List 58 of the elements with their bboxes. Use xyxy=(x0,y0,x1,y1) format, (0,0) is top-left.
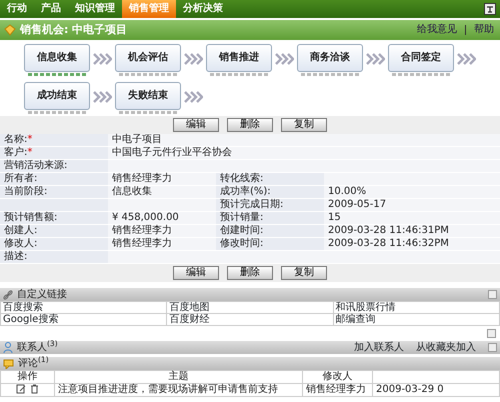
field-label: 当前阶段: xyxy=(4,186,48,197)
column-header: 修改人 xyxy=(302,370,372,384)
section-title: 评论$^{(1)}$ xyxy=(18,357,50,370)
stage-box[interactable]: 销售推进 xyxy=(206,44,272,72)
action-button[interactable]: 删除 xyxy=(227,118,273,132)
header-link[interactable]: 帮助 xyxy=(474,24,494,36)
field-label: 名称:* xyxy=(4,134,32,145)
field-label: 所有者: xyxy=(4,173,38,184)
section-title: 联系人$^{(3)}$ xyxy=(17,341,59,354)
header-link[interactable]: 给我意见 xyxy=(417,24,457,36)
field-value: 中国电子元件行业平谷协会 xyxy=(112,147,232,158)
field-label: 描述: xyxy=(4,251,28,262)
nav-tab[interactable]: 知识管理 xyxy=(68,0,122,18)
field-label: 成功率(%): xyxy=(220,186,271,197)
page-title: 销售机会: 中电子项目 xyxy=(20,24,128,36)
field-value: 15 xyxy=(328,212,341,223)
section-title: 自定义链接 xyxy=(17,288,68,301)
field-label: 客户:* xyxy=(4,147,32,158)
action-button[interactable]: 编辑 xyxy=(173,118,219,132)
field-value: 信息收集 xyxy=(112,186,152,197)
section-action-link[interactable]: 从收藏夹加入 xyxy=(416,341,476,354)
stage-box[interactable]: 合同签定 xyxy=(388,44,454,72)
field-label: 修改人: xyxy=(4,238,38,249)
stage-box[interactable]: 成功结束 xyxy=(24,82,90,110)
field-label: 转化线索: xyxy=(220,173,264,184)
stage-box[interactable]: 信息收集 xyxy=(24,44,90,72)
section-action-link[interactable]: 加入联系人 xyxy=(354,341,404,354)
nav-tab[interactable]: 分析决策 xyxy=(176,0,230,18)
field-value: 2009-03-28 11:46:31PM xyxy=(328,225,449,236)
action-button[interactable]: 复制 xyxy=(281,266,327,280)
field-value: ¥ 458,000.00 xyxy=(112,212,179,223)
field-value: 2009-05-17 xyxy=(328,199,386,210)
field-label: 营销活动来源: xyxy=(4,160,68,171)
stage-box[interactable]: 商务洽谈 xyxy=(297,44,363,72)
field-label: 修改时间: xyxy=(220,238,264,249)
comment-date: 2009-03-29 0 xyxy=(376,384,444,395)
action-button[interactable]: 删除 xyxy=(227,266,273,280)
column-header: 主题 xyxy=(54,370,302,384)
action-button[interactable]: 编辑 xyxy=(173,266,219,280)
stage-box[interactable]: 失败结束 xyxy=(115,82,181,110)
nav-tab[interactable]: 产品 xyxy=(34,0,68,18)
field-label: 预计销量: xyxy=(220,212,264,223)
field-label: 预计完成日期: xyxy=(220,199,284,210)
column-header: 操作 xyxy=(0,370,54,384)
comment-subject: 注意项目推进进度，需要现场讲解可申请售前支持 xyxy=(58,384,278,395)
field-label: 创建人: xyxy=(4,225,38,236)
field-value: 销售经理李力 xyxy=(112,225,172,236)
field-value: 2009-03-28 11:46:32PM xyxy=(328,238,449,249)
comment-modifier: 销售经理李力 xyxy=(306,384,366,395)
field-label: 预计销售额: xyxy=(4,212,58,223)
field-value: 中电子项目 xyxy=(112,134,162,145)
field-label: 创建时间: xyxy=(220,225,264,236)
nav-tab[interactable]: 行动 xyxy=(0,0,34,18)
stage-box[interactable]: 机会评估 xyxy=(115,44,181,72)
field-value: 销售经理李力 xyxy=(112,173,172,184)
action-button[interactable]: 复制 xyxy=(281,118,327,132)
field-value: 10.00% xyxy=(328,186,366,197)
field-value: 销售经理李力 xyxy=(112,238,172,249)
